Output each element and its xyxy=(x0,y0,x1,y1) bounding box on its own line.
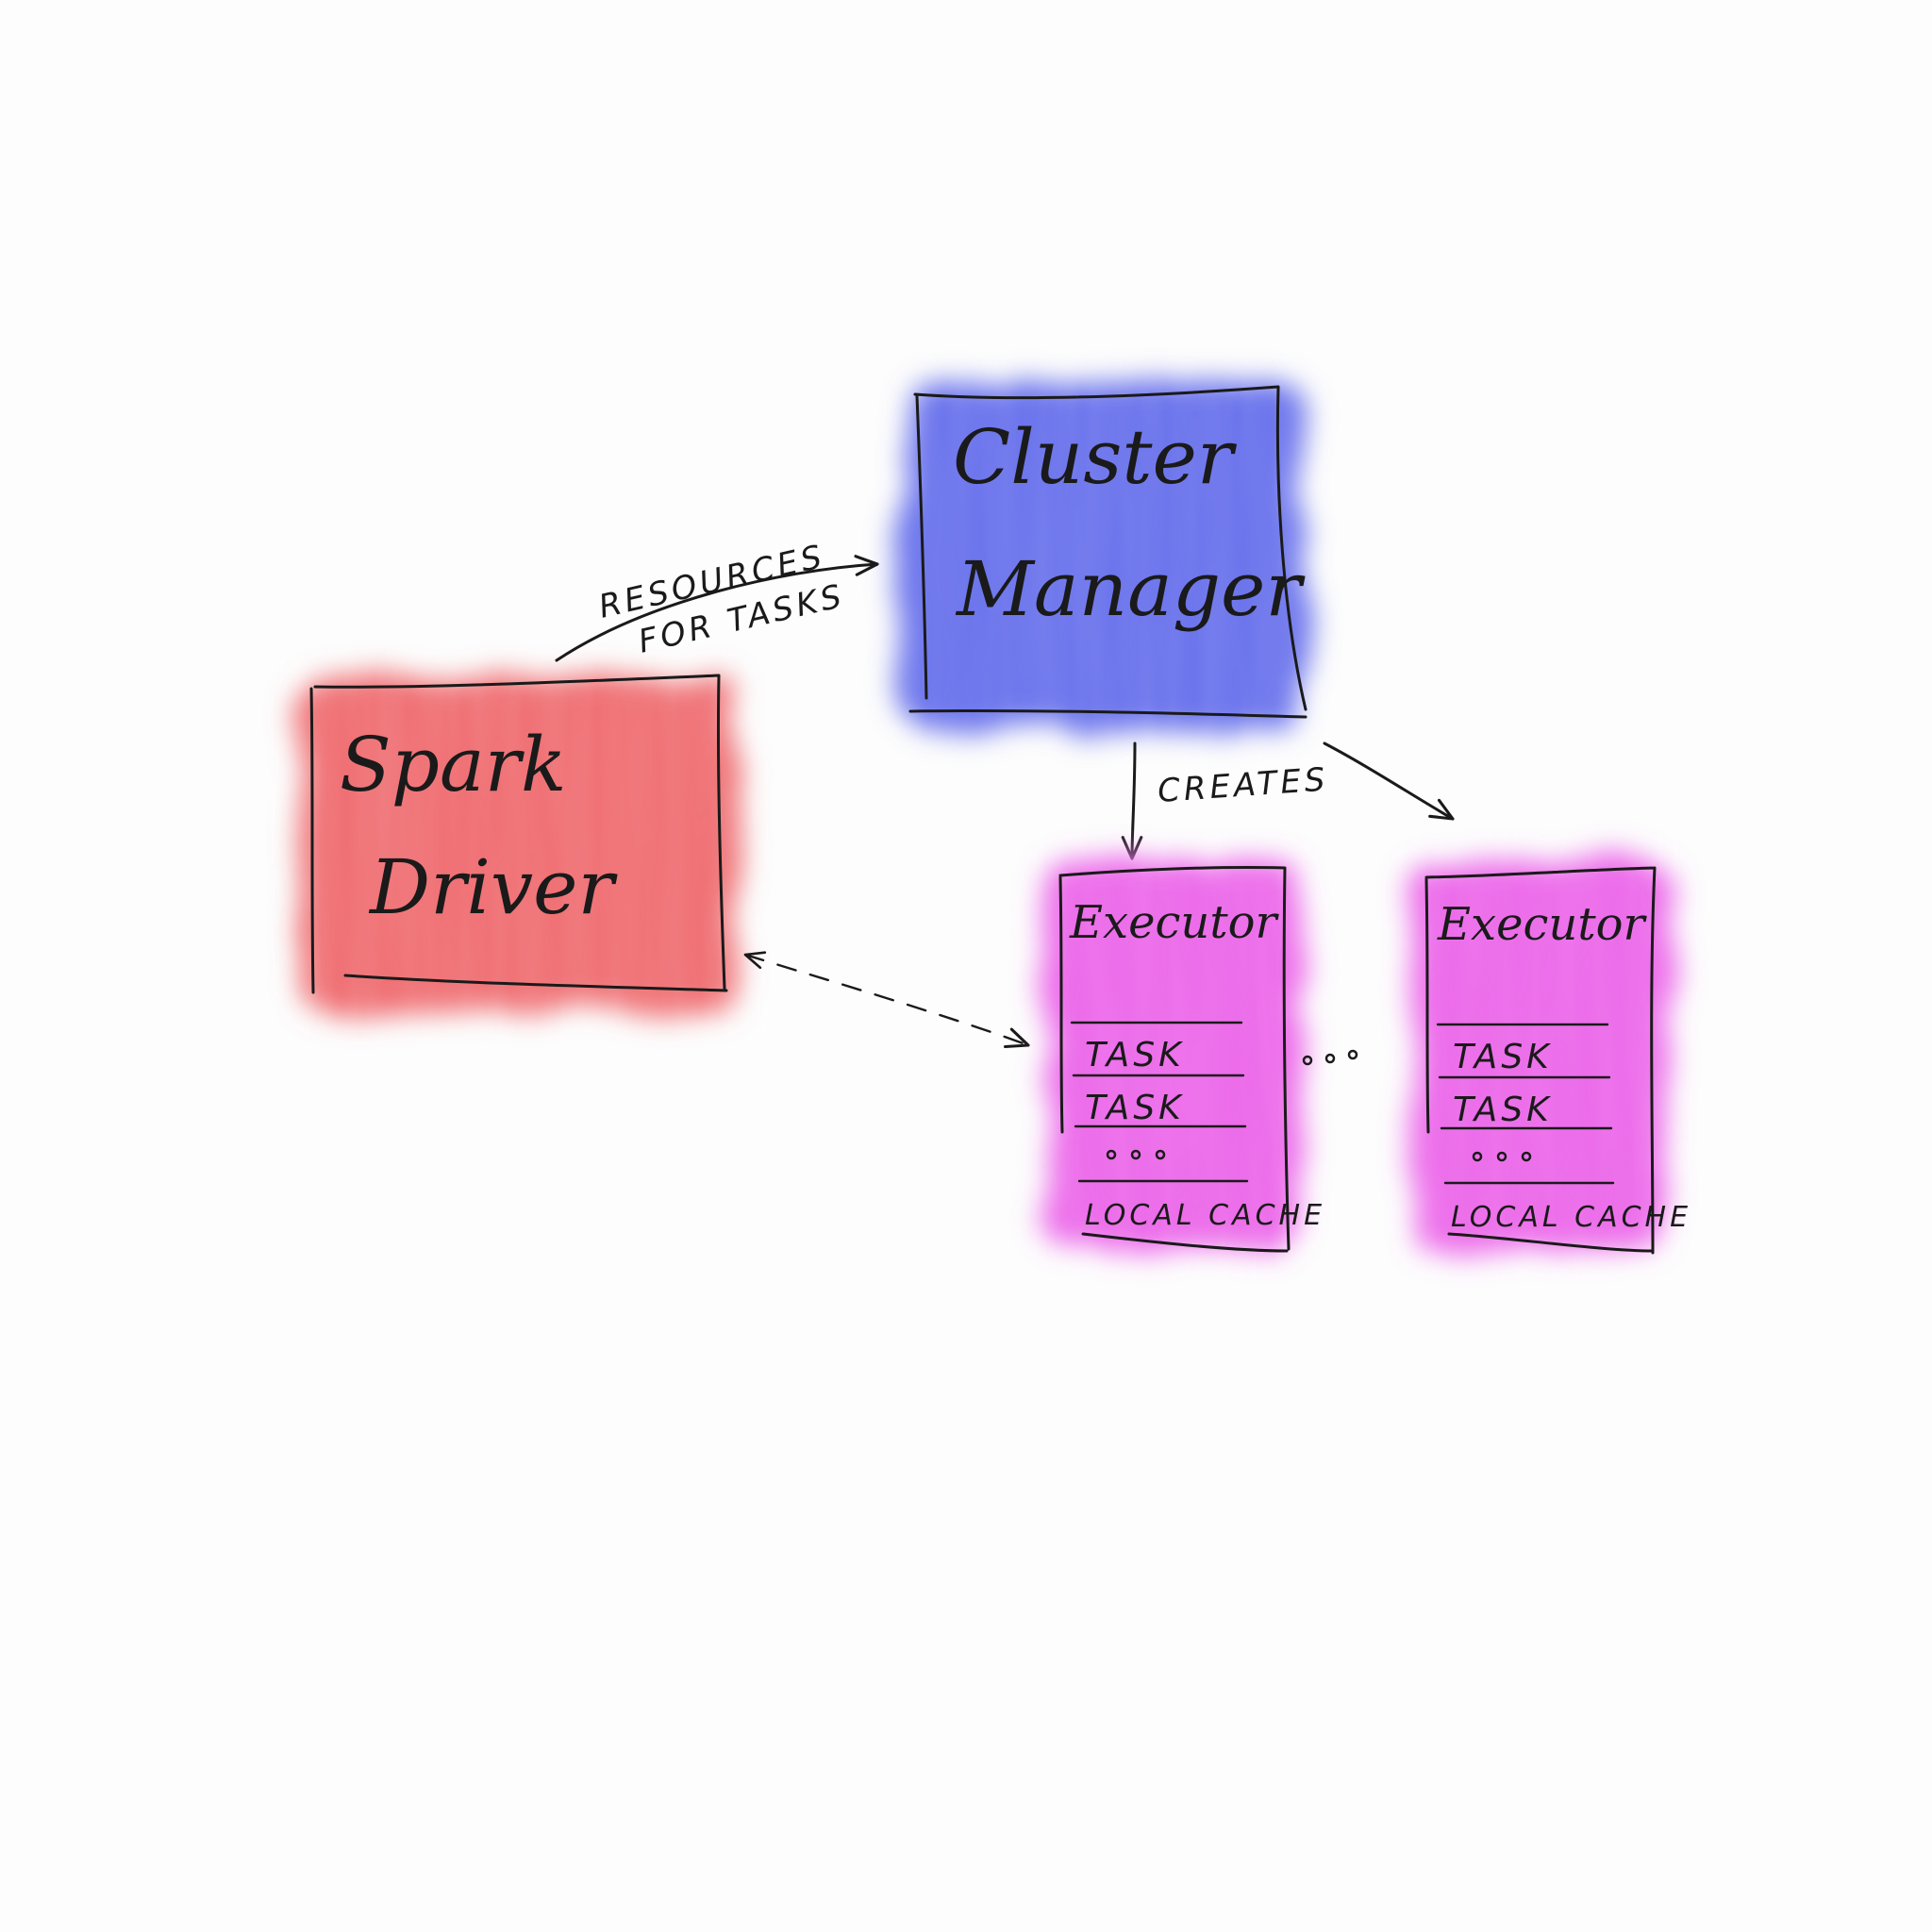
cluster-manager-node: Cluster Manager xyxy=(901,383,1307,727)
spark-driver-label-line2: Driver xyxy=(368,843,619,931)
spark-architecture-diagram: Spark Driver Cluster Manager RESOURCES F… xyxy=(300,383,1691,1255)
cluster-manager-label-line1: Cluster xyxy=(953,413,1238,501)
creates-arrow-1 xyxy=(1121,741,1143,860)
executor-1-title: Executor xyxy=(1069,896,1280,949)
driver-executor-dashed-arrow xyxy=(743,951,1030,1049)
executor-1-cache: LOCAL CACHE xyxy=(1085,1199,1325,1232)
executor-1-task-2: TASK xyxy=(1085,1089,1185,1127)
edge-creates: CREATES xyxy=(1121,741,1455,860)
spark-driver-label-line1: Spark xyxy=(340,721,566,808)
executor-1-task-1: TASK xyxy=(1085,1036,1185,1074)
spark-driver-node: Spark Driver xyxy=(300,672,739,1011)
executor-2-task-1: TASK xyxy=(1453,1038,1553,1076)
creates-label: CREATES xyxy=(1157,760,1330,810)
cluster-manager-label-line2: Manager xyxy=(955,545,1306,633)
executor-2-task-2: TASK xyxy=(1453,1091,1553,1129)
executor-2-cache: LOCAL CACHE xyxy=(1451,1201,1691,1234)
more-executors-dots xyxy=(1302,1049,1358,1066)
creates-arrow-2 xyxy=(1323,741,1455,821)
executor-node-1: Executor TASK TASK LOCAL CACHE xyxy=(1045,858,1325,1253)
executor-2-title: Executor xyxy=(1437,898,1648,951)
edge-resources-for-tasks: RESOURCES FOR TASKS xyxy=(555,538,879,662)
executor-node-2: Executor TASK TASK LOCAL CACHE xyxy=(1411,860,1691,1255)
